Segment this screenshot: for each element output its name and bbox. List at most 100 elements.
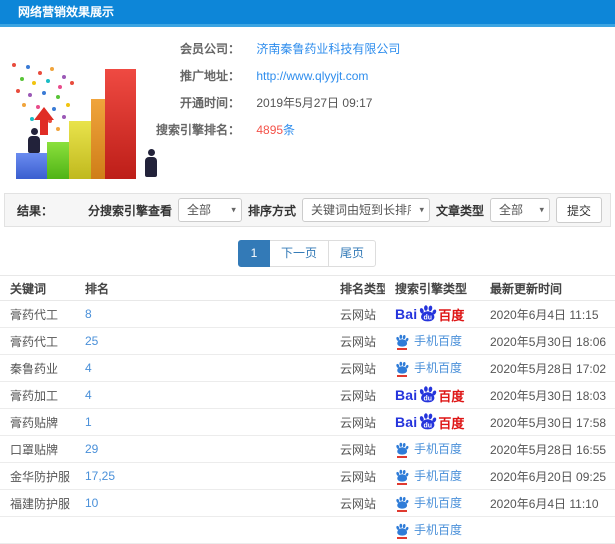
engine-filter-select[interactable]: 全部 [177,198,242,222]
col-header-keyword: 关键词 [0,275,75,301]
keyword-cell: 福建防护服 [0,489,75,517]
results-table-head: 关键词 排名 排名类型 搜索引擎类型 最新更新时间 [0,275,615,301]
baidu-mobile-logo: 手机百度 [395,467,463,485]
engine-cell: 手机百度 [385,354,480,382]
baidu-mobile-paw-icon [395,469,409,485]
baidu-mobile-logo: 手机百度 [395,494,462,512]
page-title: 网络营销效果展示 [18,5,115,19]
baidu-paw-icon: du [420,413,437,430]
engine-cell: 手机百度 [385,462,480,490]
baidu-hanzi-text: 百度 [438,307,465,323]
promo-url-link[interactable]: http://www.qlyyjt.com [256,69,368,83]
baidu-mobile-logo: 手机百度 [395,440,463,458]
baidu-mobile-label: 手机百度 [414,523,463,537]
baidu-hanzi-text: 百度 [438,415,465,431]
member-company-link[interactable]: 济南秦鲁药业科技有限公司 [256,42,400,56]
baidu-logo: Bai du 百度 [395,412,464,432]
engine-filter-label: 分搜索引擎查看 [87,203,172,218]
keyword-cell: 膏药加工 [0,381,75,409]
filter-controls: 分搜索引擎查看 全部 排序方式 关键词由短到长排序 文章类型 全部 提交 [88,197,602,223]
updated-cell: 2020年5月30日 18:06 [480,327,615,355]
table-row: 膏药加工 4 云网站 Bai du 百度 2020年5月30日 18:03 [0,381,615,409]
baidu-mobile-paw-icon [395,523,409,539]
rank-link[interactable]: 4 [85,361,92,375]
rank-type-cell: 云网站 [330,300,385,328]
baidu-mobile-label: 手机百度 [414,334,463,348]
updated-cell: 2020年5月28日 17:02 [480,354,615,382]
rank-type-cell: 云网站 [330,408,385,436]
baidu-du-text: du [424,422,432,429]
submit-button[interactable]: 提交 [555,197,602,223]
engine-rank-count-value: 4895 [256,123,284,137]
page-header-bar: 网络营销效果展示 [0,0,615,27]
results-section-label: 结果： [17,203,54,218]
engine-cell: 手机百度 [385,516,480,544]
rank-type-cell: 云网站 [330,327,385,355]
baidu-bai-text: Bai [395,414,418,430]
last-page-button[interactable]: 尾页 [328,240,377,267]
table-row: 手机百度 [0,516,615,544]
baidu-mobile-paw-icon [395,334,409,350]
baidu-mobile-paw-icon [395,442,409,458]
confetti-decoration [12,63,16,67]
updated-cell: 2020年5月28日 16:55 [480,435,615,463]
col-header-updated: 最新更新时间 [480,275,615,301]
results-table: 关键词 排名 排名类型 搜索引擎类型 最新更新时间 膏药代工 8 云网站 Bai… [0,275,615,544]
rank-link[interactable]: 29 [85,442,98,456]
page-1-button[interactable]: 1 [237,240,270,267]
baidu-mobile-label: 手机百度 [414,469,463,483]
baidu-mobile-paw-icon [395,361,409,377]
member-info-section: 会员公司： 济南秦鲁药业科技有限公司 推广地址： http://www.qlyy… [0,27,615,187]
col-header-rank: 排名 [75,275,330,301]
open-time-value: 2019年5月27日 09:17 [256,96,373,110]
engine-cell: 手机百度 [385,327,480,355]
sort-filter-label: 排序方式 [247,203,296,218]
updated-cell: 2020年6月4日 11:10 [480,489,615,517]
col-header-rank-type: 排名类型 [330,275,385,301]
baidu-mobile-logo: 手机百度 [395,332,463,350]
table-row: 福建防护服 10 云网站 手机百度 2020年6月4日 11:10 [0,489,615,517]
baidu-du-text: du [424,314,432,321]
keyword-cell: 金华防护服 [0,462,75,490]
businessman-figure-left [27,128,41,153]
engine-cell: Bai du 百度 [385,408,480,436]
article-type-select[interactable]: 全部 [489,198,550,222]
baidu-paw-icon: du [420,305,437,322]
marketing-report-page: { "header": { "title": "网络营销效果展示" }, "in… [0,0,615,544]
updated-cell: 2020年6月20日 09:25 [480,462,615,490]
sort-filter-select-wrap: 关键词由短到长排序 [301,198,430,222]
updated-cell: 2020年5月30日 18:03 [480,381,615,409]
baidu-bai-text: Bai [395,306,418,322]
rank-link[interactable]: 10 [85,496,98,510]
baidu-mobile-label: 手机百度 [414,442,463,456]
updated-cell [480,516,615,544]
illustration-bar-red [105,69,136,179]
baidu-mobile-label: 手机百度 [414,361,463,375]
table-row: 膏药代工 8 云网站 Bai du 百度 2020年6月4日 11:15 [0,300,615,328]
table-row: 膏药代工 25 云网站 手机百度 2020年5月30日 18:06 [0,327,615,355]
engine-cell: 手机百度 [385,489,480,517]
baidu-bai-text: Bai [395,387,418,403]
rank-link[interactable]: 8 [85,307,92,321]
table-row: 金华防护服 17,25 云网站 手机百度 2020年6月20日 09:25 [0,462,615,490]
bar-chart-illustration [6,31,174,181]
col-header-engine-type: 搜索引擎类型 [385,275,480,301]
results-table-body: 膏药代工 8 云网站 Bai du 百度 2020年6月4日 11:15 膏药代… [0,300,615,544]
keyword-cell: 膏药代工 [0,327,75,355]
engine-filter-select-wrap: 全部 [177,198,242,222]
baidu-du-text: du [424,395,432,402]
table-row: 膏药贴牌 1 云网站 Bai du 百度 2020年5月30日 17:58 [0,408,615,436]
updated-cell: 2020年5月30日 17:58 [480,408,615,436]
sort-filter-select[interactable]: 关键词由短到长排序 [301,198,430,222]
keyword-cell: 口罩贴牌 [0,435,75,463]
article-type-filter-label: 文章类型 [435,203,484,218]
rank-link[interactable]: 25 [85,334,98,348]
rank-link[interactable]: 17,25 [85,469,115,483]
next-page-button[interactable]: 下一页 [268,240,329,267]
rank-link[interactable]: 1 [85,415,92,429]
article-type-select-wrap: 全部 [489,198,550,222]
rank-link[interactable]: 4 [85,388,92,402]
rank-type-cell [330,516,385,544]
keyword-cell: 秦鲁药业 [0,354,75,382]
illustration-bar-blue [16,153,48,179]
